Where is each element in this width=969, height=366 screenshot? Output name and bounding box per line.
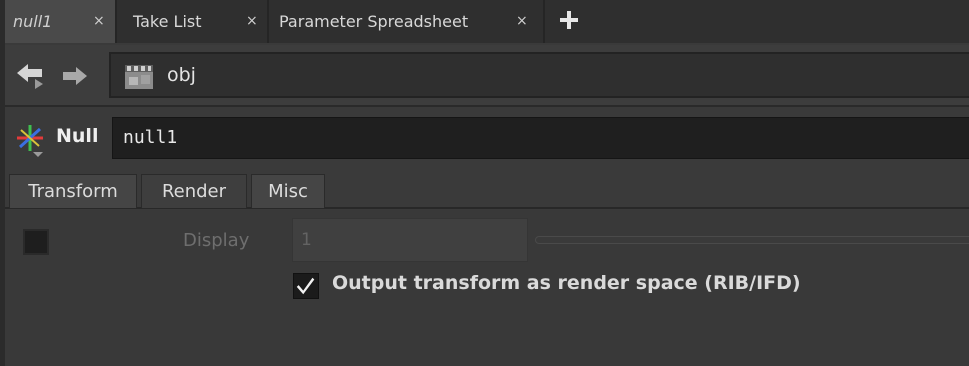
path-field[interactable]: obj — [109, 52, 969, 98]
tab-label: Take List — [133, 12, 202, 31]
close-icon[interactable]: × — [246, 13, 258, 29]
obj-network-icon — [125, 65, 153, 89]
node-name-field[interactable]: null1 — [112, 117, 969, 159]
path-bar: obj — [5, 45, 969, 107]
parameter-tabs: Transform Render Misc — [5, 170, 969, 210]
tab-transform[interactable]: Transform — [9, 174, 137, 208]
tab-take-list[interactable]: Take List × — [117, 0, 267, 43]
checkmark-icon — [296, 277, 315, 295]
display-toggle[interactable] — [23, 229, 49, 255]
tab-parameter-spreadsheet[interactable]: Parameter Spreadsheet × — [269, 0, 543, 43]
plus-icon[interactable] — [557, 8, 581, 32]
tab-label: null1 — [13, 12, 53, 31]
output-transform-checkbox[interactable] — [293, 273, 319, 299]
tab-misc[interactable]: Misc — [251, 174, 325, 208]
tab-divider — [543, 0, 545, 43]
node-name-value: null1 — [123, 127, 178, 148]
close-icon[interactable]: × — [93, 13, 105, 29]
display-label: Display — [183, 230, 250, 251]
render-parameters: Display 1 Output transform as render spa… — [5, 210, 969, 366]
display-slider[interactable] — [535, 236, 969, 244]
arrow-back-icon[interactable] — [15, 63, 45, 89]
pane-tab-bar: null1 × Take List × Parameter Spreadshee… — [5, 0, 969, 43]
tab-null1[interactable]: null1 × — [5, 0, 115, 43]
parameter-editor-pane: null1 × Take List × Parameter Spreadshee… — [0, 0, 969, 366]
tab-render[interactable]: Render — [141, 174, 247, 208]
tab-label: Parameter Spreadsheet — [279, 12, 469, 31]
display-value-field[interactable]: 1 — [292, 218, 528, 262]
output-transform-label: Output transform as render space (RIB/IF… — [332, 272, 801, 294]
close-icon[interactable]: × — [516, 13, 528, 29]
null-node-icon[interactable] — [13, 122, 47, 158]
arrow-forward-icon[interactable] — [61, 65, 89, 87]
node-type-label: Null — [56, 125, 99, 147]
node-header: Null null1 — [5, 110, 969, 166]
path-current: obj — [167, 64, 196, 86]
display-value: 1 — [301, 230, 312, 250]
